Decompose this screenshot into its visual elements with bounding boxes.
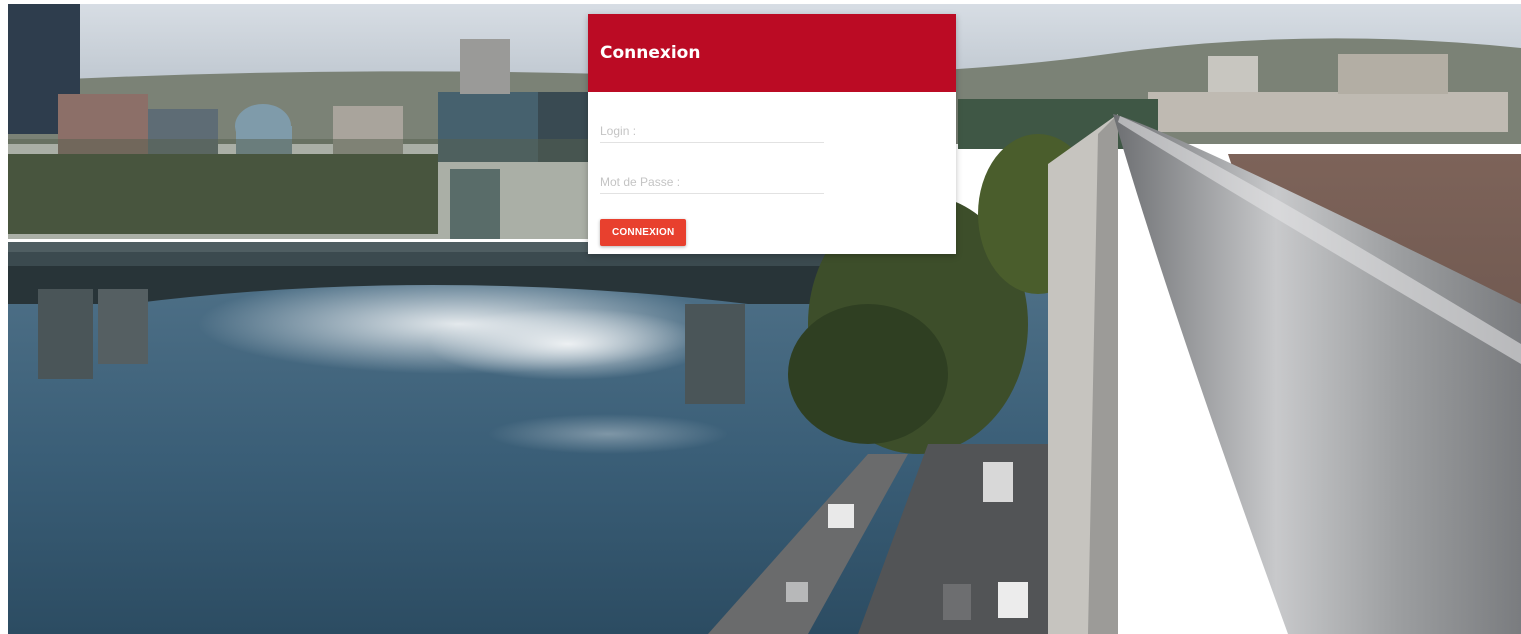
password-field — [600, 171, 824, 194]
password-input[interactable] — [600, 171, 824, 193]
connexion-button[interactable]: CONNEXION — [600, 219, 687, 246]
login-header: Connexion — [588, 14, 956, 92]
login-form: CONNEXION — [588, 92, 956, 246]
login-input[interactable] — [600, 120, 824, 142]
login-field — [600, 120, 824, 143]
login-card: Connexion CONNEXION — [588, 14, 956, 254]
login-title: Connexion — [600, 43, 701, 63]
